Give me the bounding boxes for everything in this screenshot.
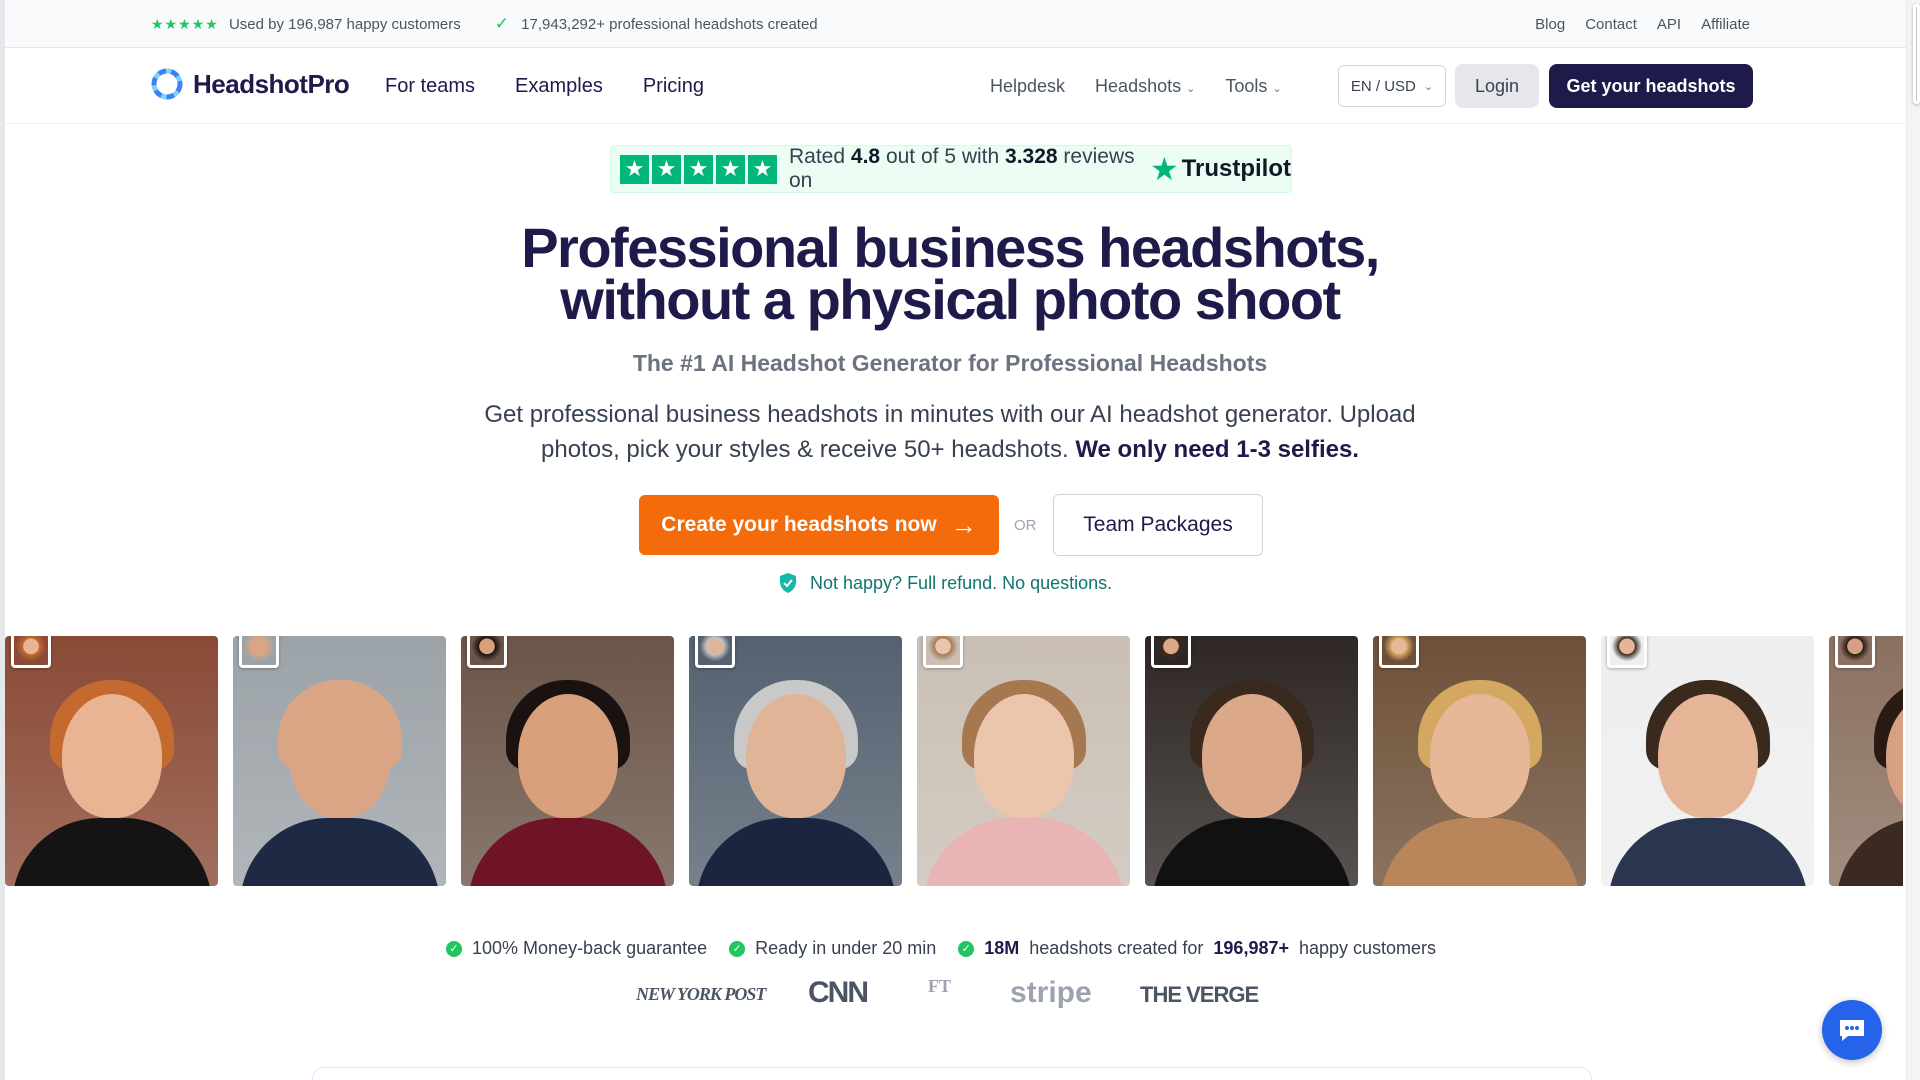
selfie-thumbnail xyxy=(923,636,963,668)
logo[interactable]: HeadshotPro xyxy=(151,68,350,100)
create-headshots-button[interactable]: Create your headshots now → xyxy=(639,495,999,555)
announcement-bar: ★★★★★ Used by 196,987 happy customers ✓ … xyxy=(5,0,1906,48)
language-currency-select[interactable]: EN / USD ⌄ xyxy=(1338,65,1446,107)
headshot-example[interactable] xyxy=(1373,636,1586,886)
nav-pricing[interactable]: Pricing xyxy=(643,75,704,98)
api-link[interactable]: API xyxy=(1657,16,1681,33)
selfie-thumbnail xyxy=(1835,636,1875,668)
nav-headshots-dropdown[interactable]: Headshots ⌄ xyxy=(1095,76,1195,97)
selfie-thumbnail xyxy=(1607,636,1647,668)
get-headshots-button[interactable]: Get your headshots xyxy=(1549,64,1753,108)
feature-headshots-count: ✓ 18M headshots created for 196,987+ happy c… xyxy=(958,938,1436,959)
shield-check-icon xyxy=(780,573,796,593)
photo-face xyxy=(1201,694,1302,818)
chevron-down-icon: ⌄ xyxy=(1423,80,1434,93)
headshot-example[interactable] xyxy=(233,636,446,886)
press-logos: NEW YORK POST CNN FT stripe THE VERGE xyxy=(500,972,1380,1022)
team-packages-button[interactable]: Team Packages xyxy=(1053,494,1263,556)
selfie-thumbnail xyxy=(239,636,279,668)
ft-logo: FT xyxy=(928,976,952,996)
scrollbar[interactable] xyxy=(1906,0,1920,1080)
star-icon: ★ xyxy=(748,154,777,184)
check-circle-icon: ✓ xyxy=(729,940,746,957)
check-icon: ✓ xyxy=(494,14,509,33)
trustpilot-rating-text: Rated 4.8 out of 5 with 3.328 reviews on xyxy=(789,145,1135,192)
selfie-thumbnail xyxy=(695,636,735,668)
hero-subtitle: The #1 AI Headshot Generator for Profess… xyxy=(632,350,1268,376)
login-button[interactable]: Login xyxy=(1455,64,1539,108)
star-icon: ★ xyxy=(684,154,713,184)
hero-title: Professional business headshots, without… xyxy=(521,216,1380,331)
headshot-example[interactable] xyxy=(1145,636,1358,886)
cnn-logo: CNN xyxy=(808,976,869,1009)
trustpilot-banner[interactable]: ★ ★ ★ ★ ★ Rated 4.8 out of 5 with 3.328 … xyxy=(610,145,1292,193)
photo-face xyxy=(745,694,846,818)
photo-face xyxy=(517,694,618,818)
feature-money-back: ✓ 100% Money-back guarantee xyxy=(446,938,707,959)
affiliate-link[interactable]: Affiliate xyxy=(1701,16,1750,33)
chat-bubble-icon xyxy=(1840,1020,1864,1041)
selfie-thumbnail xyxy=(1379,636,1419,668)
trustpilot-stars: ★ ★ ★ ★ ★ xyxy=(620,154,777,184)
hero-description: Get professional business headshots in m… xyxy=(484,401,1416,463)
photo-face xyxy=(1657,694,1758,818)
selfie-thumbnail xyxy=(11,636,51,668)
nav-tools-dropdown[interactable]: Tools ⌄ xyxy=(1225,76,1281,97)
nav-helpdesk[interactable]: Helpdesk xyxy=(990,76,1065,97)
headshot-example[interactable] xyxy=(689,636,902,886)
rating-stars-icon: ★★★★★ xyxy=(151,15,219,32)
selfie-thumbnail xyxy=(1151,636,1191,668)
chevron-down-icon: ⌄ xyxy=(1186,82,1196,95)
nypost-logo: NEW YORK POST xyxy=(636,984,766,1004)
headshot-example[interactable] xyxy=(1829,636,1903,886)
arrow-right-icon: → xyxy=(950,509,977,540)
headshot-example[interactable] xyxy=(917,636,1130,886)
features-row: ✓ 100% Money-back guarantee ✓ Ready in und… xyxy=(446,938,1436,959)
chat-button[interactable] xyxy=(1822,1000,1882,1060)
chevron-down-icon: ⌄ xyxy=(1272,82,1282,95)
headshots-stat: ✓ 17,943,292+ professional headshots cre… xyxy=(494,14,818,33)
photo-face xyxy=(1429,694,1530,818)
headshot-example[interactable] xyxy=(5,636,218,886)
photo-face xyxy=(973,694,1074,818)
star-icon: ★ xyxy=(620,154,649,184)
trustpilot-logo: ★ Trustpilot xyxy=(1149,151,1291,187)
nav-examples[interactable]: Examples xyxy=(515,75,603,98)
feature-ready-time: ✓ Ready in under 20 min xyxy=(729,938,936,959)
logo-text: HeadshotPro xyxy=(193,68,350,99)
photo-face xyxy=(289,694,390,818)
contact-link[interactable]: Contact xyxy=(1585,16,1637,33)
main-navigation: HeadshotPro For teams Examples Pricing H… xyxy=(5,48,1906,124)
the-verge-logo: THE VERGE xyxy=(1140,982,1259,1007)
headshot-example[interactable] xyxy=(461,636,674,886)
check-circle-icon: ✓ xyxy=(446,940,462,957)
content-card-edge xyxy=(312,1067,1592,1080)
trustpilot-star-icon: ★ xyxy=(1149,151,1179,187)
headshot-example[interactable] xyxy=(1601,636,1814,886)
scrollbar-thumb[interactable] xyxy=(1913,4,1920,104)
star-icon: ★ xyxy=(652,154,681,184)
star-icon: ★ xyxy=(716,154,745,184)
selfie-thumbnail xyxy=(467,636,507,668)
stripe-logo: stripe xyxy=(1010,976,1092,1009)
logo-icon xyxy=(151,68,183,100)
headshot-examples-carousel[interactable] xyxy=(5,636,1903,886)
check-circle-icon: ✓ xyxy=(958,940,975,957)
photo-face xyxy=(61,694,162,818)
blog-link[interactable]: Blog xyxy=(1535,16,1565,33)
customers-stat: ★★★★★ Used by 196,987 happy customers xyxy=(151,15,461,33)
page-border xyxy=(0,0,5,1080)
or-separator: OR xyxy=(1014,517,1037,534)
nav-for-teams[interactable]: For teams xyxy=(385,75,475,98)
refund-guarantee: Not happy? Full refund. No questions. xyxy=(778,572,1112,594)
